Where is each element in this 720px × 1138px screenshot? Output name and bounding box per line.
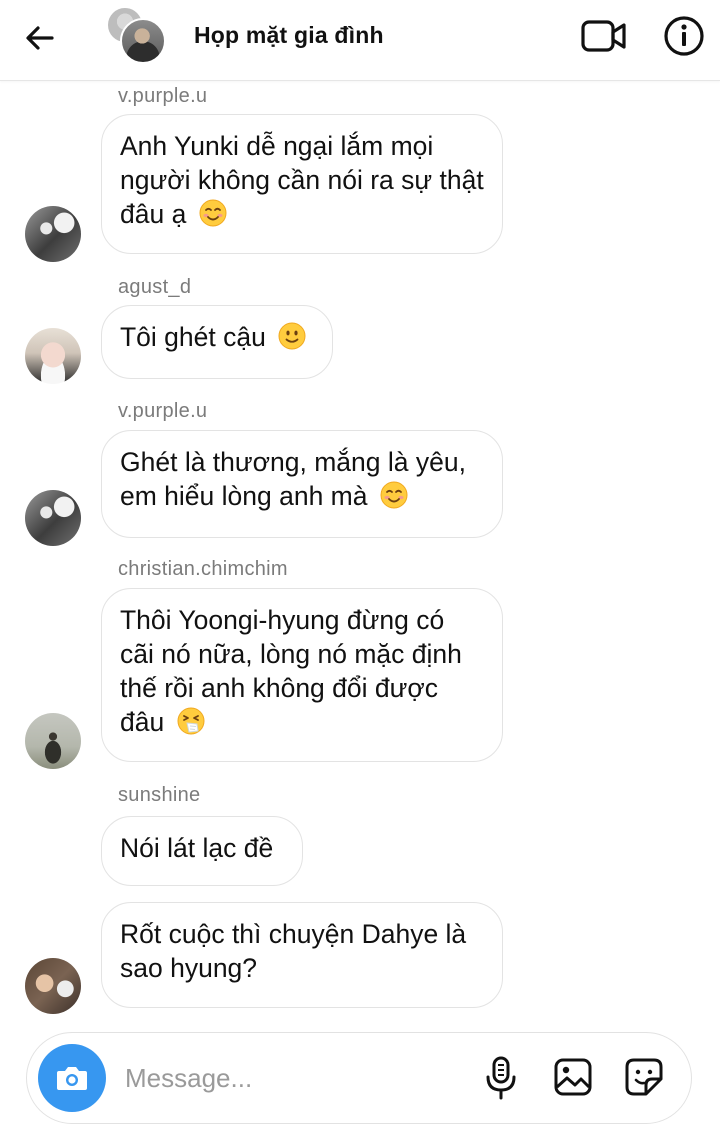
info-icon xyxy=(664,16,704,56)
message-text: Nói lát lạc đề xyxy=(120,833,274,863)
avatar[interactable] xyxy=(25,713,81,769)
camera-button[interactable] xyxy=(38,1044,106,1112)
message-composer xyxy=(26,1032,692,1124)
group-avatar[interactable] xyxy=(106,6,166,64)
message-input[interactable] xyxy=(125,1059,455,1097)
message-username[interactable]: v.purple.u xyxy=(118,85,207,108)
microphone-button[interactable] xyxy=(483,1055,519,1101)
microphone-icon xyxy=(486,1056,516,1100)
message-bubble[interactable]: Thôi Yoongi-hyung đừng có cãi nó nữa, lò… xyxy=(101,588,503,762)
chat-header: Họp mặt gia đình xyxy=(0,0,720,81)
slightly-smiling-face-emoji-icon xyxy=(278,322,306,350)
smiling-face-emoji-icon xyxy=(199,199,227,227)
message-text: Anh Yunki dễ ngại lắm mọi người không cầ… xyxy=(120,131,484,229)
message-text: Ghét là thương, mắng là yêu, em hiểu lòn… xyxy=(120,447,466,511)
message-bubble[interactable]: Ghét là thương, mắng là yêu, em hiểu lòn… xyxy=(101,430,503,538)
group-avatar-front xyxy=(120,18,166,64)
message-text: Thôi Yoongi-hyung đừng có cãi nó nữa, lò… xyxy=(120,605,462,737)
message-bubble[interactable]: Rốt cuộc thì chuyện Dahye là sao hyung? xyxy=(101,902,503,1008)
video-call-button[interactable] xyxy=(580,16,628,56)
avatar[interactable] xyxy=(25,958,81,1014)
video-camera-icon xyxy=(581,20,626,52)
image-gallery-icon xyxy=(554,1058,592,1096)
message-username[interactable]: christian.chimchim xyxy=(118,558,288,581)
smiling-face-emoji-icon xyxy=(380,481,408,509)
message-username[interactable]: v.purple.u xyxy=(118,400,207,423)
back-button[interactable] xyxy=(22,20,58,56)
message-bubble[interactable]: Tôi ghét cậu xyxy=(101,305,333,379)
sticker-icon xyxy=(625,1058,663,1096)
message-text: Tôi ghét cậu xyxy=(120,322,266,352)
gallery-button[interactable] xyxy=(553,1057,593,1097)
arrow-left-icon xyxy=(26,26,54,50)
message-text: Rốt cuộc thì chuyện Dahye là sao hyung? xyxy=(120,919,467,983)
info-button[interactable] xyxy=(662,14,706,58)
camera-icon xyxy=(57,1067,87,1090)
sticker-button[interactable] xyxy=(624,1057,664,1097)
message-bubble[interactable]: Anh Yunki dễ ngại lắm mọi người không cầ… xyxy=(101,114,503,254)
avatar[interactable] xyxy=(25,490,81,546)
sneezing-face-emoji-icon xyxy=(177,707,205,735)
message-username[interactable]: sunshine xyxy=(118,784,200,807)
avatar[interactable] xyxy=(25,328,81,384)
avatar[interactable] xyxy=(25,206,81,262)
message-username[interactable]: agust_d xyxy=(118,276,191,299)
message-bubble[interactable]: Nói lát lạc đề xyxy=(101,816,303,886)
chat-title[interactable]: Họp mặt gia đình xyxy=(194,22,384,49)
